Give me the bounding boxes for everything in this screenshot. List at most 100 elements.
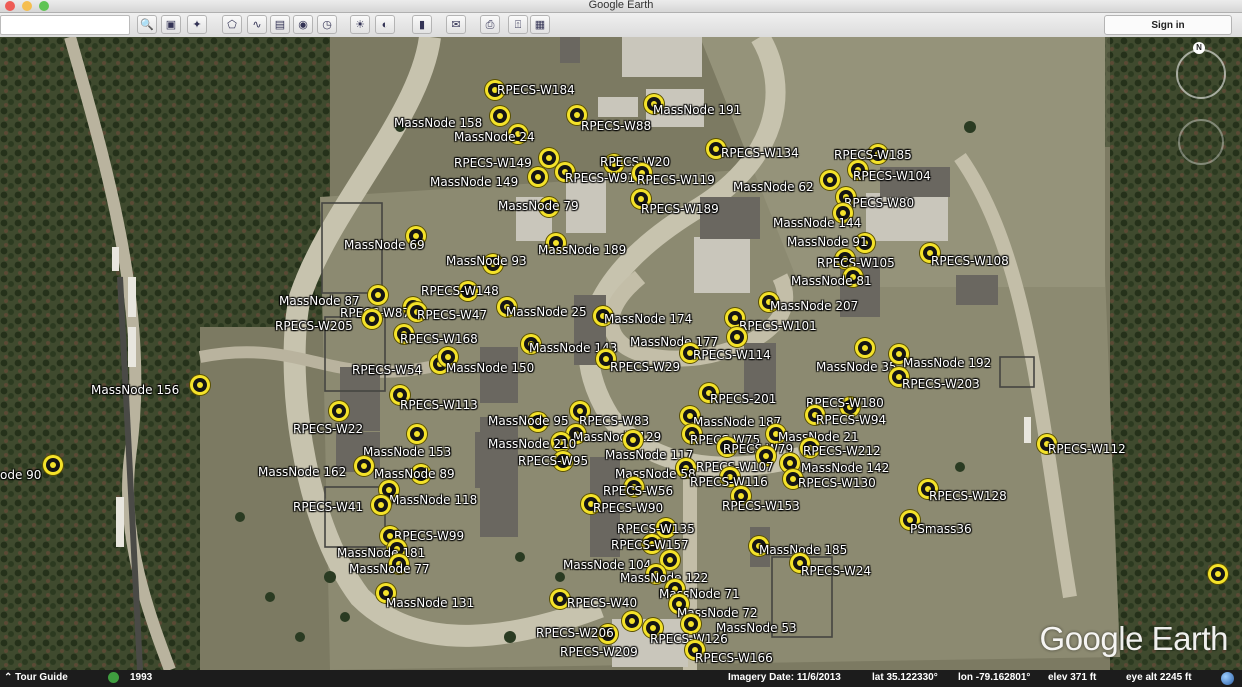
placemark-label[interactable]: RPECS-W114 bbox=[693, 348, 771, 362]
placemark-icon[interactable] bbox=[623, 430, 643, 450]
placemark-label[interactable]: MassNode 191 bbox=[653, 103, 741, 117]
placemark-icon[interactable] bbox=[1208, 564, 1228, 584]
placemark-label[interactable]: MassNode 192 bbox=[903, 356, 991, 370]
placemark-label[interactable]: MassNode 93 bbox=[446, 254, 527, 268]
record-tour-icon[interactable]: ◉ bbox=[293, 15, 313, 34]
placemark-label[interactable]: RPECS-W95 bbox=[518, 454, 588, 468]
map-view[interactable]: RPECS-W184 MassNode 191 MassNode 158 RPECS-… bbox=[0, 37, 1242, 670]
placemark-label[interactable]: PSmass36 bbox=[910, 522, 972, 536]
placemark-label[interactable]: MassNode 142 bbox=[801, 461, 889, 475]
placemark-label[interactable]: MassNode 122 bbox=[620, 571, 708, 585]
placemark-label[interactable]: MassNode 210 bbox=[488, 437, 576, 451]
placemark-icon[interactable] bbox=[43, 455, 63, 475]
placemark-label[interactable]: RPECS-W54 bbox=[352, 363, 422, 377]
placemark-label[interactable]: MassNode 181 bbox=[337, 546, 425, 560]
placemark-icon[interactable] bbox=[490, 106, 510, 126]
placemark-label[interactable]: ode 90 bbox=[0, 468, 41, 482]
placemark-label[interactable]: RPECS-W56 bbox=[603, 484, 673, 498]
placemark-label[interactable]: RPECS-W83 bbox=[579, 414, 649, 428]
placemark-label[interactable]: RPECS-W99 bbox=[394, 529, 464, 543]
placemark-icon[interactable] bbox=[855, 338, 875, 358]
placemark-label[interactable]: MassNode 79 bbox=[498, 199, 579, 213]
search-input[interactable] bbox=[0, 15, 130, 35]
placemark-label[interactable]: RPECS-W148 bbox=[421, 284, 499, 298]
placemark-label[interactable]: RPECS-W91 bbox=[565, 171, 635, 185]
placemark-label[interactable]: RPECS-W149 bbox=[454, 156, 532, 170]
placemark-label[interactable]: RPECS-W104 bbox=[853, 169, 931, 183]
tour-guide-toggle[interactable]: ⌃ Tour Guide bbox=[4, 672, 68, 683]
placemark-label[interactable]: RPECS-W209 bbox=[560, 645, 638, 659]
path-icon[interactable]: ∿ bbox=[247, 15, 267, 34]
search-icon[interactable]: 🔍 bbox=[137, 15, 157, 34]
placemark-label[interactable]: RPECS-W22 bbox=[293, 422, 363, 436]
placemark-label[interactable]: MassNode 81 bbox=[791, 274, 872, 288]
placemark-label[interactable]: MassNode 118 bbox=[389, 493, 477, 507]
placemark-icon[interactable] bbox=[329, 401, 349, 421]
placemark-label[interactable]: MassNode 95 bbox=[488, 414, 569, 428]
placemark-label[interactable]: MassNode 158 bbox=[394, 116, 482, 130]
placemark-label[interactable]: MassNode 104 bbox=[563, 558, 651, 572]
placemark-label[interactable]: MassNode 25 bbox=[506, 305, 587, 319]
planets-icon[interactable]: ◐ bbox=[375, 15, 395, 34]
ruler-icon[interactable]: ▮ bbox=[412, 15, 432, 34]
placemark-icon[interactable] bbox=[368, 285, 388, 305]
placemark-label[interactable]: RPECS-W119 bbox=[637, 173, 715, 187]
placemark-label[interactable]: RPECS-W116 bbox=[690, 475, 768, 489]
placemark-label[interactable]: RPECS-W212 bbox=[803, 444, 881, 458]
placemark-icon[interactable] bbox=[407, 424, 427, 444]
placemark-icon[interactable]: ✦ bbox=[187, 15, 207, 34]
placemark-label[interactable]: RPECS-W189 bbox=[641, 202, 719, 216]
placemark-icon[interactable] bbox=[681, 614, 701, 634]
print-icon[interactable]: ⎙ bbox=[480, 15, 500, 34]
placemark-label[interactable]: RPECS-W153 bbox=[722, 499, 800, 513]
placemark-label[interactable]: MassNode 207 bbox=[770, 299, 858, 313]
north-indicator-icon[interactable]: N bbox=[1193, 42, 1205, 54]
placemark-label[interactable]: MassNode 131 bbox=[386, 596, 474, 610]
placemark-label[interactable]: MassNode 89 bbox=[374, 467, 455, 481]
placemark-label[interactable]: RPECS-W29 bbox=[610, 360, 680, 374]
placemark-label[interactable]: RPECS-W166 bbox=[695, 651, 773, 665]
email-icon[interactable]: ✉ bbox=[446, 15, 466, 34]
placemark-icon[interactable] bbox=[528, 167, 548, 187]
placemark-label[interactable]: RPECS-W130 bbox=[798, 476, 876, 490]
placemark-label[interactable]: MassNode 162 bbox=[258, 465, 346, 479]
placemark-label[interactable]: RPECS-W185 bbox=[834, 148, 912, 162]
sunlight-icon[interactable]: ☀ bbox=[350, 15, 370, 34]
placemark-label[interactable]: RPECS-W128 bbox=[929, 489, 1007, 503]
placemark-label[interactable]: MassNode 69 bbox=[344, 238, 425, 252]
placemark-label[interactable]: RPECS-W168 bbox=[400, 332, 478, 346]
placemark-icon[interactable] bbox=[362, 309, 382, 329]
placemark-label[interactable]: RPECS-W94 bbox=[816, 413, 886, 427]
placemark-icon[interactable] bbox=[820, 170, 840, 190]
placemark-label[interactable]: MassNode 77 bbox=[349, 562, 430, 576]
historical-imagery-icon[interactable] bbox=[108, 672, 119, 683]
placemark-label[interactable]: MassNode 62 bbox=[733, 180, 814, 194]
placemark-label[interactable]: RPECS-W108 bbox=[931, 254, 1009, 268]
placemark-label[interactable]: RPECS-201 bbox=[710, 392, 776, 406]
placemark-label[interactable]: MassNode 149 bbox=[430, 175, 518, 189]
placemark-label[interactable]: MassNode 156 bbox=[91, 383, 179, 397]
placemark-label[interactable]: RPECS-W40 bbox=[567, 596, 637, 610]
look-control-icon[interactable] bbox=[1178, 119, 1224, 165]
placemark-label[interactable]: MassNode 53 bbox=[716, 621, 797, 635]
image-overlay-icon[interactable]: ▤ bbox=[270, 15, 290, 34]
sign-in-button[interactable]: Sign in bbox=[1104, 15, 1232, 35]
placemark-label[interactable]: RPECS-W206 bbox=[536, 626, 614, 640]
placemark-icon[interactable] bbox=[622, 611, 642, 631]
placemark-label[interactable]: RPECS-W47 bbox=[417, 308, 487, 322]
historical-imagery-icon[interactable]: ◷ bbox=[317, 15, 337, 34]
compass-ring[interactable] bbox=[1176, 49, 1226, 99]
placemark-label[interactable]: MassNode 129 bbox=[573, 430, 661, 444]
placemark-label[interactable]: MassNode 35 bbox=[816, 360, 897, 374]
placemark-label[interactable]: MassNode 150 bbox=[446, 361, 534, 375]
placemark-label[interactable]: RPECS-W88 bbox=[581, 119, 651, 133]
placemark-label[interactable]: MassNode 177 bbox=[630, 335, 718, 349]
view-in-maps-icon[interactable]: ▦ bbox=[530, 15, 550, 34]
polygon-icon[interactable]: ⬠ bbox=[222, 15, 242, 34]
placemark-label[interactable]: MassNode 24 bbox=[454, 130, 535, 144]
placemark-label[interactable]: RPECS-W184 bbox=[497, 83, 575, 97]
placemark-icon[interactable] bbox=[727, 327, 747, 347]
placemark-label[interactable]: MassNode 174 bbox=[604, 312, 692, 326]
placemark-label[interactable]: MassNode 189 bbox=[538, 243, 626, 257]
placemark-label[interactable]: RPECS-W24 bbox=[801, 564, 871, 578]
